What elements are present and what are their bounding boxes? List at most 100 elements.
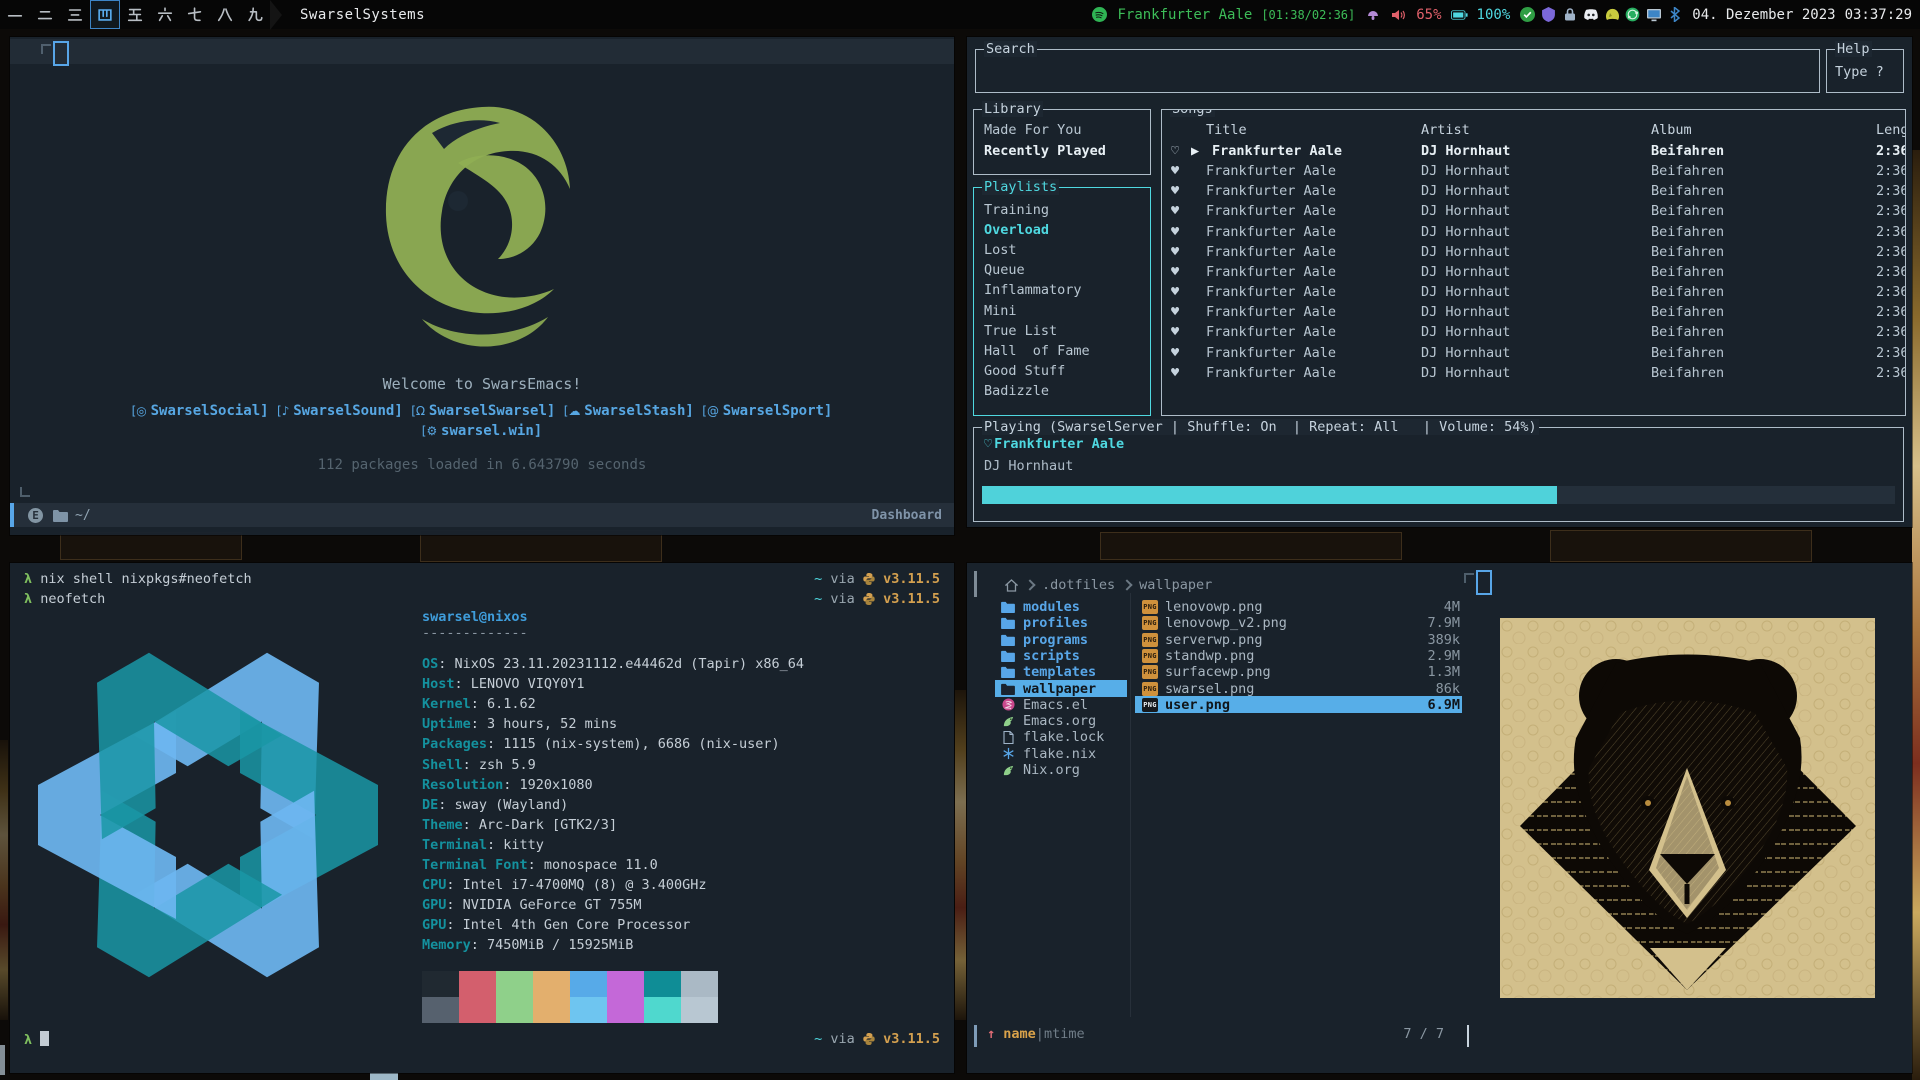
dashboard-link-SwarselStash[interactable]: [☁ SwarselStash] (564, 403, 694, 419)
playlist-item-Hall of Fame[interactable]: Hall of Fame (984, 343, 1090, 359)
playlist-item-Good Stuff[interactable]: Good Stuff (984, 363, 1065, 379)
dir-item-modules[interactable]: modules (1000, 599, 1080, 615)
heart-icon[interactable]: ♥ (1171, 244, 1179, 260)
dashboard-link-swarsel.win[interactable]: [⚙ swarsel.win] (422, 423, 542, 439)
dir-item-Emacs.el[interactable]: Emacs.el (1000, 697, 1088, 713)
dir-item-flake.lock[interactable]: flake.lock (1000, 729, 1104, 745)
song-row[interactable]: ♥Frankfurter AaleDJ HornhautBeifahren2:3… (1162, 365, 1905, 385)
song-row[interactable]: ♥Frankfurter AaleDJ HornhautBeifahren2:3… (1162, 304, 1905, 324)
heart-icon[interactable]: ♥ (1171, 345, 1179, 361)
song-row[interactable]: ♥Frankfurter AaleDJ HornhautBeifahren2:3… (1162, 183, 1905, 203)
heart-icon[interactable]: ♥ (1171, 203, 1179, 219)
breadcrumb-part[interactable]: wallpaper (1139, 577, 1212, 593)
workspace-3[interactable] (60, 0, 90, 29)
heart-icon[interactable]: ♥ (1171, 304, 1179, 320)
file-item-serverwp.png[interactable]: PNGserverwp.png389k (1142, 632, 1460, 648)
neofetch-entry: Terminal: kitty (422, 837, 544, 853)
file-item-surfacewp.png[interactable]: PNGsurfacewp.png1.3M (1142, 664, 1460, 680)
song-row[interactable]: ♥Frankfurter AaleDJ HornhautBeifahren2:3… (1162, 244, 1905, 264)
dir-item-wallpaper[interactable]: wallpaper (1000, 681, 1096, 697)
dir-item-flake.nix[interactable]: flake.nix (1000, 746, 1096, 762)
workspace-8[interactable] (210, 0, 240, 29)
dir-item-programs[interactable]: programs (1000, 632, 1088, 648)
battery-icon[interactable] (1451, 6, 1468, 23)
syncthing-icon[interactable] (1624, 6, 1641, 23)
library-item-Recently Played[interactable]: Recently Played (984, 143, 1106, 159)
heart-icon[interactable]: ♥ (1171, 264, 1179, 280)
spotify-icon[interactable] (1091, 6, 1108, 23)
display-icon[interactable] (1645, 6, 1662, 23)
workspace-2[interactable] (30, 0, 60, 29)
file-item-user.png[interactable]: PNGuser.png6.9M (1142, 697, 1460, 713)
heart-icon[interactable]: ♥ (1171, 183, 1179, 199)
song-row[interactable]: ♥Frankfurter AaleDJ HornhautBeifahren2:3… (1162, 163, 1905, 183)
dir-item-scripts[interactable]: scripts (1000, 648, 1080, 664)
song-row[interactable]: ♥Frankfurter AaleDJ HornhautBeifahren2:3… (1162, 224, 1905, 244)
heart-outline-icon[interactable]: ♡ (984, 436, 992, 452)
heart-icon[interactable]: ♥ (1171, 324, 1179, 340)
applet-icon[interactable] (1364, 6, 1381, 23)
column-header-Leng[interactable]: Leng (1876, 122, 1906, 138)
playlist-item-Lost[interactable]: Lost (984, 242, 1017, 258)
progress-bar[interactable] (982, 486, 1895, 504)
dashboard-link-SwarselSound[interactable]: [♪ SwarselSound] (277, 403, 403, 419)
search-box[interactable]: Search (975, 49, 1820, 93)
discord-icon[interactable] (1582, 6, 1599, 23)
workspace-9[interactable] (240, 0, 270, 29)
sort-secondary[interactable]: |mtime (1036, 1026, 1085, 1042)
dir-item-Nix.org[interactable]: Nix.org (1000, 762, 1080, 778)
file-item-swarsel.png[interactable]: PNGswarsel.png86k (1142, 681, 1460, 697)
dashboard-link-SwarselSwarsel[interactable]: [Ω SwarselSwarsel] (411, 403, 555, 419)
workspace-5[interactable] (120, 0, 150, 29)
file-item-standwp.png[interactable]: PNGstandwp.png2.9M (1142, 648, 1460, 664)
playlist-item-Training[interactable]: Training (984, 202, 1049, 218)
heart-icon[interactable]: ♥ (1171, 224, 1179, 240)
password-icon[interactable] (1561, 6, 1578, 23)
song-row[interactable]: ♡▶Frankfurter AaleDJ HornhautBeifahren2:… (1162, 143, 1905, 163)
song-row[interactable]: ♥Frankfurter AaleDJ HornhautBeifahren2:3… (1162, 324, 1905, 344)
song-row[interactable]: ♥Frankfurter AaleDJ HornhautBeifahren2:3… (1162, 264, 1905, 284)
heart-icon[interactable]: ♥ (1171, 163, 1179, 179)
workspace-1[interactable] (0, 0, 30, 29)
vpn-icon[interactable] (1540, 6, 1557, 23)
now-playing-title[interactable]: Frankfurter Aale (1117, 7, 1252, 23)
playlist-item-Badizzle[interactable]: Badizzle (984, 383, 1049, 399)
breadcrumb-part[interactable]: .dotfiles (1042, 577, 1115, 593)
playlist-item-Overload[interactable]: Overload (984, 222, 1049, 238)
shell-prompt[interactable]: λ (24, 1031, 49, 1048)
column-header-Title[interactable]: Title (1206, 122, 1247, 138)
heart-outline-icon[interactable]: ♡ (1171, 143, 1179, 159)
column-header-Artist[interactable]: Artist (1421, 122, 1470, 138)
dir-item-Emacs.org[interactable]: Emacs.org (1000, 713, 1096, 729)
playlist-item-Inflammatory[interactable]: Inflammatory (984, 282, 1082, 298)
song-row[interactable]: ♥Frankfurter AaleDJ HornhautBeifahren2:3… (1162, 284, 1905, 304)
yazi-cursor[interactable] (1476, 570, 1492, 595)
modeline-path[interactable]: ~/ (75, 508, 91, 523)
workspace-7[interactable] (180, 0, 210, 29)
heart-icon[interactable]: ♥ (1171, 365, 1179, 381)
bluetooth-icon[interactable] (1666, 6, 1683, 23)
emacs-cursor[interactable] (53, 41, 69, 66)
library-item-Made For You[interactable]: Made For You (984, 122, 1082, 138)
dashboard-link-SwarselSocial[interactable]: [◎ SwarselSocial] (132, 403, 269, 419)
song-row[interactable]: ♥Frankfurter AaleDJ HornhautBeifahren2:3… (1162, 203, 1905, 223)
home-icon[interactable] (1005, 579, 1018, 592)
file-item-lenovowp_v2.png[interactable]: PNGlenovowp_v2.png7.9M (1142, 615, 1460, 631)
file-item-lenovowp.png[interactable]: PNGlenovowp.png4M (1142, 599, 1460, 615)
volume-icon[interactable] (1390, 6, 1407, 23)
workspace-4[interactable] (90, 0, 120, 29)
playlist-item-True List[interactable]: True List (984, 323, 1057, 339)
dashboard-link-SwarselSport[interactable]: [@ SwarselSport] (702, 403, 832, 419)
sort-field[interactable]: name (1003, 1026, 1036, 1042)
column-header-Album[interactable]: Album (1651, 122, 1692, 138)
workspace-6[interactable] (150, 0, 180, 29)
song-row[interactable]: ♥Frankfurter AaleDJ HornhautBeifahren2:3… (1162, 345, 1905, 365)
playlist-item-Mini[interactable]: Mini (984, 303, 1017, 319)
dir-item-templates[interactable]: templates (1000, 664, 1096, 680)
heart-icon[interactable]: ♥ (1171, 284, 1179, 300)
check-icon[interactable] (1519, 6, 1536, 23)
pet-icon[interactable] (1603, 6, 1620, 23)
sort-direction[interactable]: ↑ (987, 1026, 995, 1042)
playlist-item-Queue[interactable]: Queue (984, 262, 1025, 278)
dir-item-profiles[interactable]: profiles (1000, 615, 1088, 631)
